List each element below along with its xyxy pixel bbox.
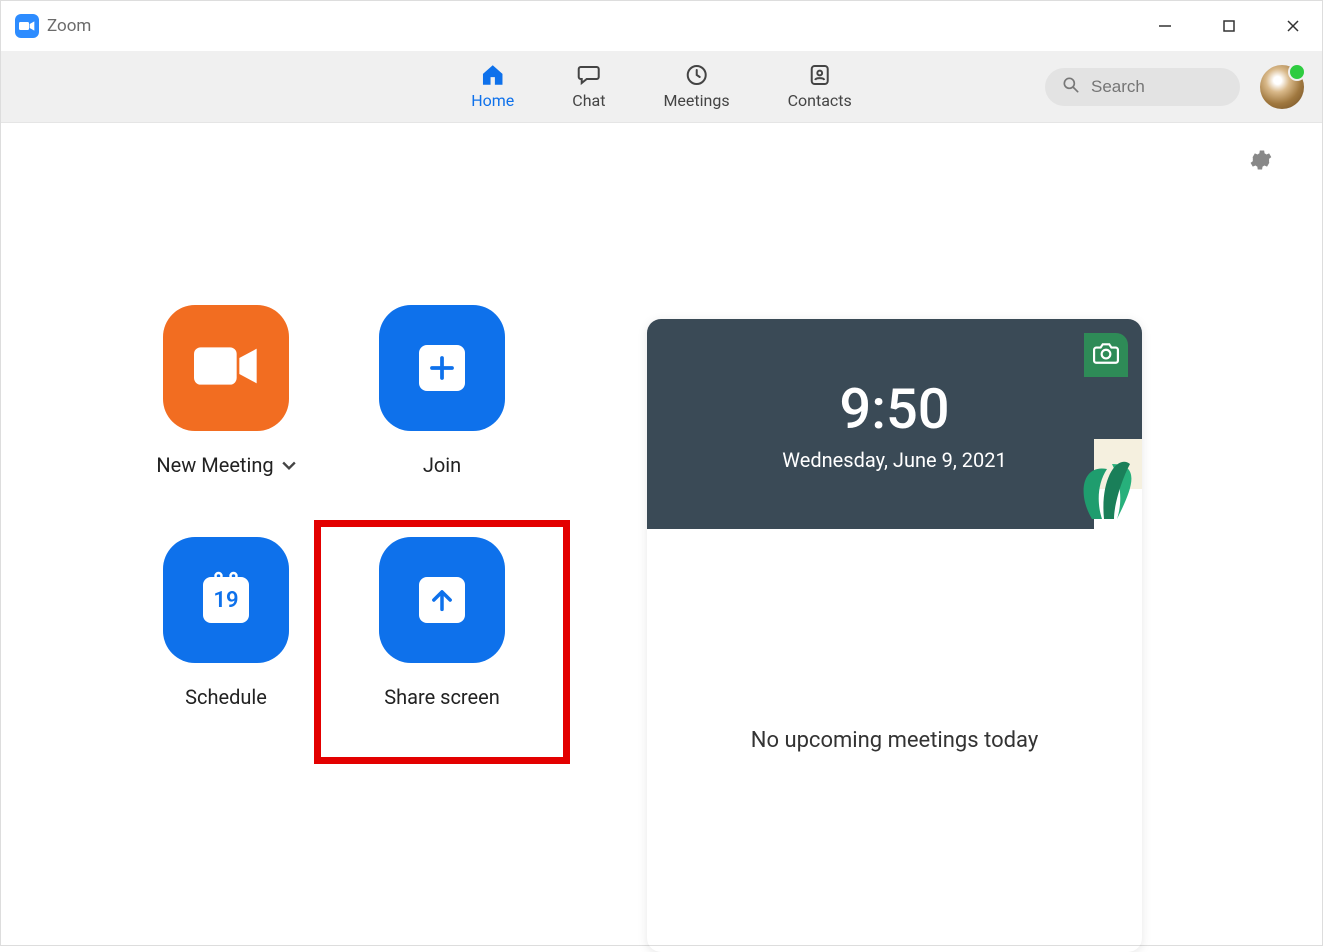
minimize-button[interactable] [1148,12,1182,40]
action-label: Join [423,453,461,477]
chevron-down-icon[interactable] [282,456,296,475]
current-time: 9:50 [839,376,949,442]
video-icon [194,344,258,392]
maximize-button[interactable] [1212,12,1246,40]
new-meeting-button[interactable] [163,305,289,431]
zoom-app-icon [15,14,39,38]
action-label: Schedule [185,685,267,709]
main-navbar: Home Chat Meetings Contacts [1,51,1322,123]
nav-tab-label: Meetings [663,91,729,110]
home-icon [479,63,507,87]
plant-decoration [1022,409,1142,529]
window-title: Zoom [47,16,91,36]
content-area: New Meeting Join 19 [1,123,1322,945]
arrow-up-icon [419,577,465,623]
info-panel: 9:50 Wednesday, June 9, 2021 No upcoming… [647,319,1142,952]
chat-icon [575,63,603,87]
current-date: Wednesday, June 9, 2021 [782,448,1006,472]
nav-tab-meetings[interactable]: Meetings [663,63,729,110]
nav-tab-label: Contacts [788,91,852,110]
action-label: Share screen [384,685,500,709]
share-screen-button[interactable] [379,537,505,663]
nav-tab-home[interactable]: Home [471,63,514,110]
panel-header: 9:50 Wednesday, June 9, 2021 [647,319,1142,529]
calendar-icon: 19 [203,577,249,623]
plus-icon [419,345,465,391]
nav-tabs: Home Chat Meetings Contacts [471,63,852,110]
nav-tab-label: Home [471,91,514,110]
search-icon [1061,75,1081,99]
action-label: New Meeting [156,453,273,477]
window-titlebar: Zoom [1,1,1322,51]
user-avatar[interactable] [1260,65,1304,109]
window-controls [1148,12,1310,40]
settings-button[interactable] [1248,147,1274,177]
change-background-button[interactable] [1084,333,1128,377]
action-schedule: 19 Schedule [123,537,329,747]
nav-tab-contacts[interactable]: Contacts [788,63,852,110]
nav-tab-label: Chat [572,91,605,110]
nav-tab-chat[interactable]: Chat [572,63,605,110]
camera-icon [1093,342,1119,368]
titlebar-left: Zoom [15,14,91,38]
close-button[interactable] [1276,12,1310,40]
panel-body: No upcoming meetings today [647,529,1142,952]
no-meetings-text: No upcoming meetings today [751,728,1038,753]
action-grid: New Meeting Join 19 [123,305,545,747]
contacts-icon [806,63,834,87]
clock-icon [683,63,711,87]
action-join: Join [339,305,545,515]
join-button[interactable] [379,305,505,431]
action-new-meeting: New Meeting [123,305,329,515]
action-share-screen-highlighted: Share screen [314,520,570,764]
nav-right [1045,65,1304,109]
calendar-day: 19 [213,588,238,613]
search-box[interactable] [1045,68,1240,106]
new-meeting-label-row: New Meeting [156,453,295,477]
schedule-button[interactable]: 19 [163,537,289,663]
search-input[interactable] [1091,77,1224,97]
